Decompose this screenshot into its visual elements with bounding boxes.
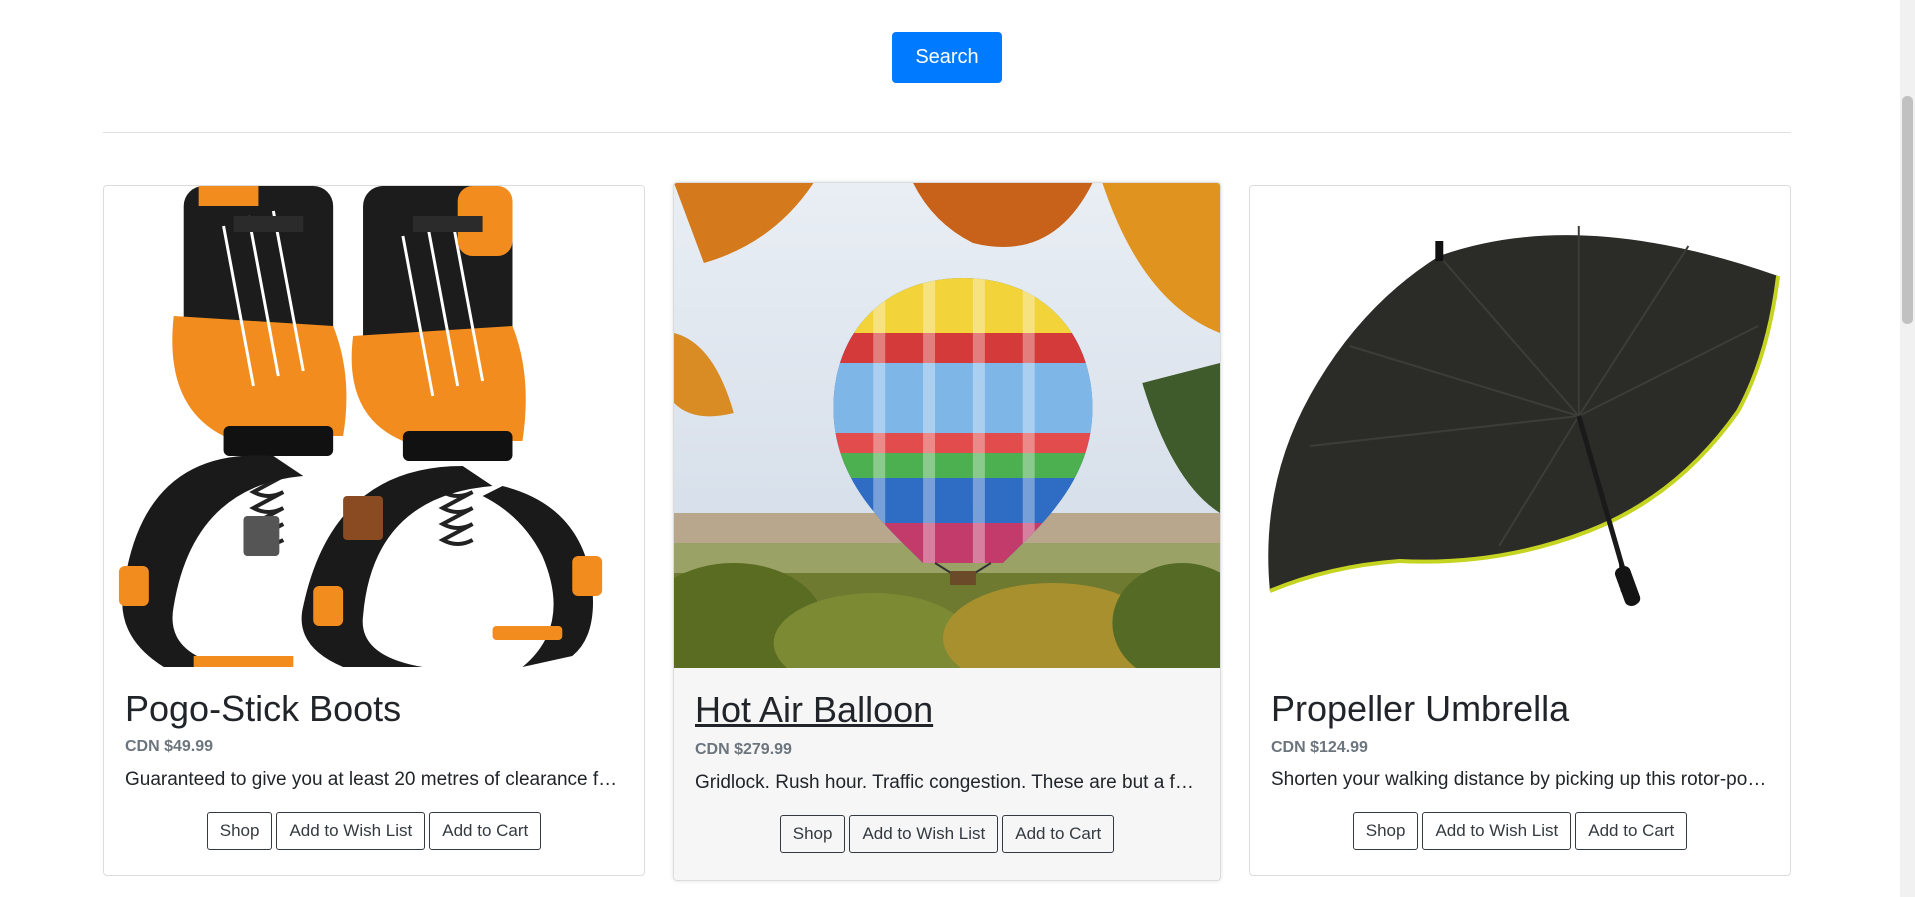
product-title[interactable]: Propeller Umbrella [1271,689,1569,729]
product-image-hot-air-balloon[interactable] [674,183,1220,668]
shop-button[interactable]: Shop [1352,812,1419,850]
product-card-hot-air-balloon: Hot Air Balloon CDN $279.99 Gridlock. Ru… [673,182,1221,881]
scrollbar-thumb[interactable] [1902,96,1913,324]
product-description: Guaranteed to give you at least 20 metre… [125,769,623,790]
product-image-pogo-boots[interactable] [104,186,644,667]
shop-button[interactable]: Shop [206,812,273,850]
product-card-pogo-stick-boots: Pogo-Stick Boots CDN $49.99 Guaranteed t… [103,185,645,876]
product-description: Shorten your walking distance by picking… [1271,769,1769,790]
vertical-scrollbar[interactable] [1900,0,1915,897]
shop-button[interactable]: Shop [779,815,846,853]
product-title[interactable]: Pogo-Stick Boots [125,689,401,729]
add-to-wishlist-button[interactable]: Add to Wish List [849,815,999,853]
add-to-cart-button[interactable]: Add to Cart [1002,815,1115,853]
product-title[interactable]: Hot Air Balloon [695,690,933,730]
product-price: CDN $124.99 [1271,739,1368,756]
add-to-cart-button[interactable]: Add to Cart [1575,812,1688,850]
add-to-wishlist-button[interactable]: Add to Wish List [276,812,426,850]
product-card-propeller-umbrella: Propeller Umbrella CDN $124.99 Shorten y… [1249,185,1791,876]
product-listing-page: Search Pogo-Stick Boots CDN $49.99 Guara… [0,0,1915,897]
product-price: CDN $279.99 [695,741,792,758]
product-actions: Shop Add to Wish List Add to Cart [674,815,1220,853]
search-button[interactable]: Search [892,32,1002,83]
product-description: Gridlock. Rush hour. Traffic congestion.… [695,772,1199,793]
product-actions: Shop Add to Wish List Add to Cart [1250,812,1790,850]
product-actions: Shop Add to Wish List Add to Cart [104,812,644,850]
section-divider [103,132,1791,133]
product-price: CDN $49.99 [125,738,214,755]
add-to-wishlist-button[interactable]: Add to Wish List [1422,812,1572,850]
add-to-cart-button[interactable]: Add to Cart [429,812,542,850]
product-image-umbrella[interactable] [1250,186,1790,667]
